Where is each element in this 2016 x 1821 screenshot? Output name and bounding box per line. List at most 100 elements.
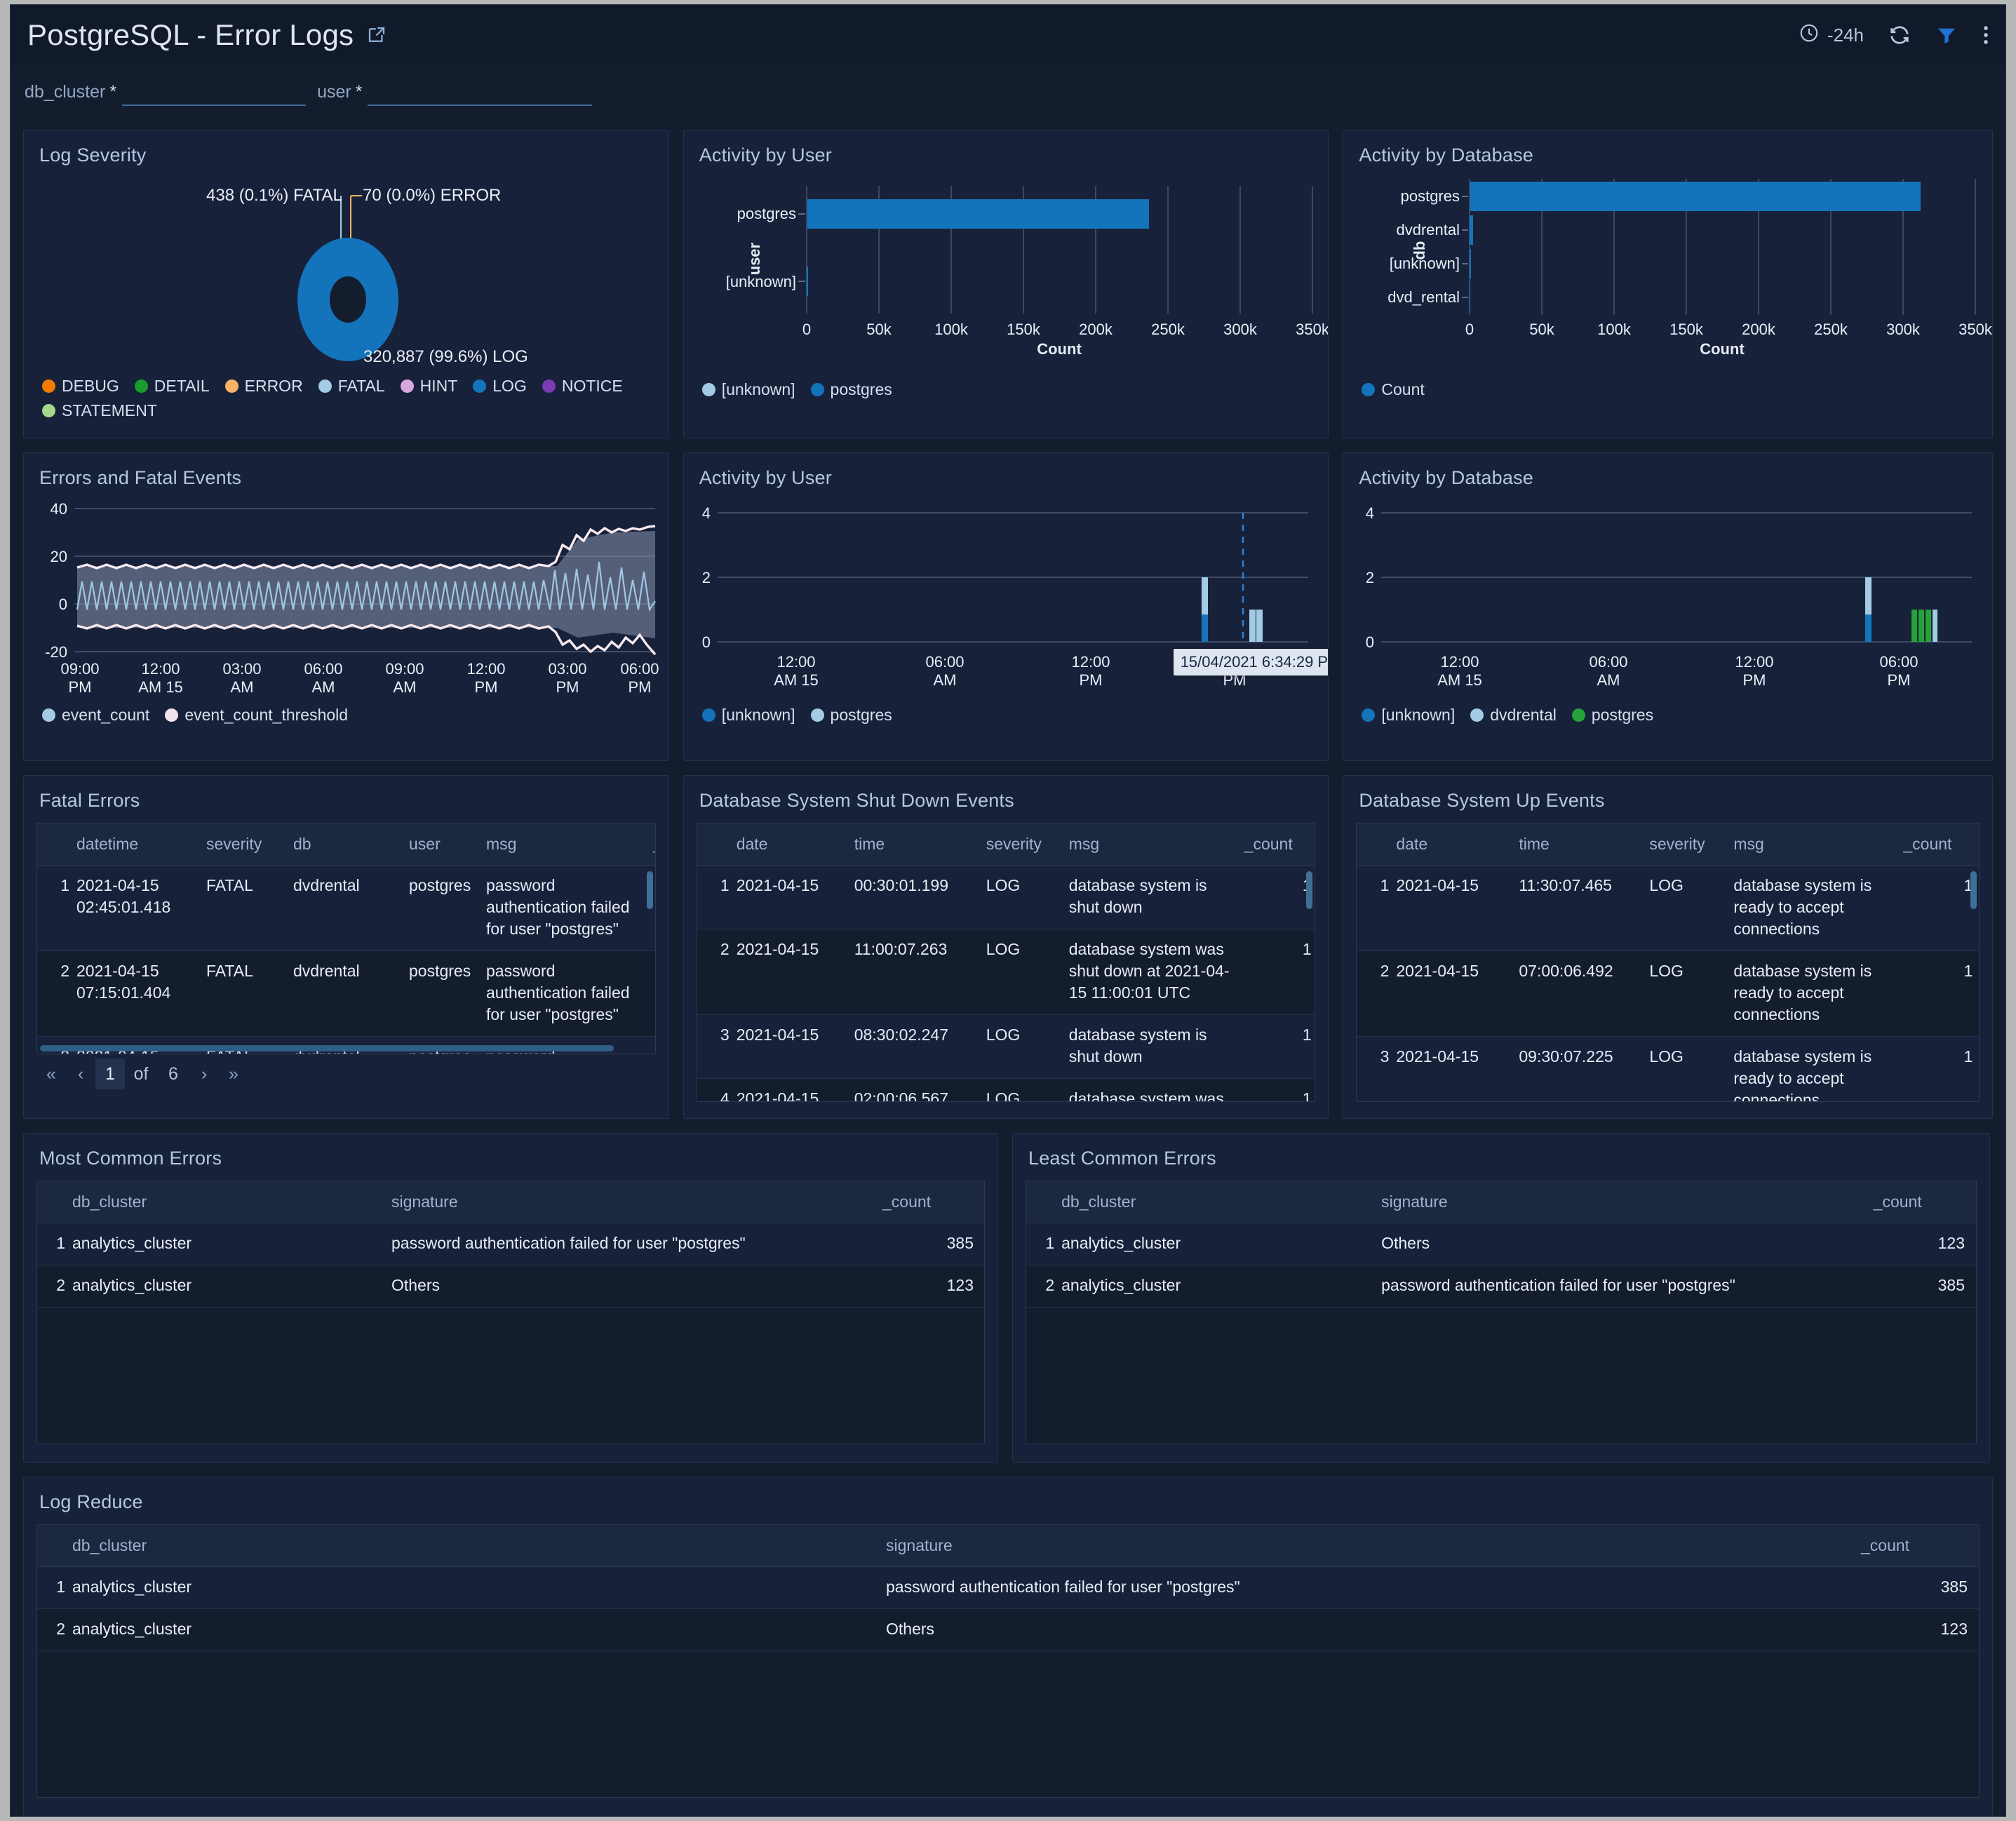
svg-text:350k: 350k: [1959, 321, 1993, 338]
th-msg[interactable]: msg: [1733, 824, 1903, 866]
table-row[interactable]: 1 analytics_cluster password authenticat…: [37, 1567, 1979, 1609]
user-input[interactable]: [368, 82, 592, 106]
th-datetime[interactable]: datetime: [76, 824, 206, 866]
table-row[interactable]: 1 2021-04-15 11:30:07.465 LOG database s…: [1357, 866, 1980, 951]
activity-db-bar-chart[interactable]: postgres dvdrental [unknown] dvd_rental …: [1343, 166, 1992, 373]
pagination-next-button[interactable]: ›: [189, 1059, 219, 1089]
horizontal-scrollbar[interactable]: [40, 1045, 614, 1051]
th-date[interactable]: date: [737, 824, 854, 866]
table-row[interactable]: 3 2021-04-15 09:30:07.225 LOG database s…: [1357, 1037, 1980, 1102]
legend-item[interactable]: LOG: [473, 377, 527, 396]
refresh-icon[interactable]: [1888, 23, 1911, 47]
cell-signature: Others: [886, 1609, 1861, 1651]
more-vertical-icon[interactable]: [1982, 23, 1990, 47]
th-severity[interactable]: severity: [1649, 824, 1733, 866]
table-row[interactable]: 3 2021-04-15 08:30:02.247 LOG database s…: [697, 1015, 1316, 1079]
legend-item[interactable]: ERROR: [225, 377, 303, 396]
th-count[interactable]: _count: [882, 1181, 985, 1223]
pagination-first-button[interactable]: «: [36, 1059, 66, 1089]
db-cluster-input[interactable]: [122, 82, 306, 106]
legend-dot-detail: [135, 379, 148, 393]
legend-item[interactable]: dvdrental: [1470, 706, 1557, 725]
legend-item[interactable]: DEBUG: [42, 377, 119, 396]
table-row[interactable]: 1 analytics_cluster password authenticat…: [37, 1223, 985, 1265]
legend-item[interactable]: postgres: [811, 380, 892, 399]
table-row[interactable]: 4 2021-04-15 02:00:06.567 LOG database s…: [697, 1079, 1316, 1102]
th-db-cluster[interactable]: db_cluster: [72, 1525, 886, 1567]
svg-text:40: 40: [51, 500, 67, 518]
table-row[interactable]: 2 analytics_cluster Others 123: [37, 1265, 985, 1308]
legend-item[interactable]: HINT: [401, 377, 458, 396]
funnel-icon[interactable]: [1935, 24, 1958, 46]
legend-item[interactable]: NOTICE: [542, 377, 623, 396]
th-msg[interactable]: msg: [486, 824, 653, 866]
table-row[interactable]: 1 2021-04-15 00:30:01.199 LOG database s…: [697, 866, 1316, 929]
legend-item[interactable]: event_count: [42, 706, 149, 725]
cell-count: 1: [1903, 1037, 1980, 1102]
svg-text:06:00: 06:00: [304, 660, 342, 678]
table-row[interactable]: 2 2021-04-15 11:00:07.263 LOG database s…: [697, 929, 1316, 1015]
th-date[interactable]: date: [1396, 824, 1519, 866]
table-row[interactable]: 2 2021-04-15 07:15:01.404 FATAL dvdrenta…: [37, 951, 656, 1037]
th-db-cluster[interactable]: db_cluster: [72, 1181, 391, 1223]
svg-text:12:00: 12:00: [466, 660, 505, 678]
svg-text:12:00: 12:00: [1071, 653, 1110, 671]
svg-text:03:00: 03:00: [222, 660, 261, 678]
th-signature[interactable]: signature: [886, 1525, 1861, 1567]
cell-signature: password authentication failed for user …: [391, 1223, 882, 1265]
legend-dot-error: [225, 379, 238, 393]
th-db[interactable]: db: [293, 824, 409, 866]
legend-item[interactable]: [unknown]: [1362, 706, 1455, 725]
pagination-prev-button[interactable]: ‹: [66, 1059, 95, 1089]
th-count[interactable]: _count: [1903, 824, 1980, 866]
panel-activity-by-user-bar: Activity by User: [683, 130, 1329, 438]
legend-item[interactable]: [unknown]: [702, 706, 795, 725]
th-count[interactable]: _co: [653, 824, 656, 866]
th-severity[interactable]: severity: [986, 824, 1069, 866]
table-row[interactable]: 1 2021-04-15 02:45:01.418 FATAL dvdrenta…: [37, 866, 656, 951]
errors-fatal-chart[interactable]: 40 20 0 -20 09:00 PM 12:: [24, 489, 668, 703]
activity-user-bar-chart[interactable]: postgres [unknown] user 0 50k 100k 150k …: [684, 166, 1329, 373]
svg-text:0: 0: [701, 633, 710, 651]
svg-text:AM 15: AM 15: [138, 678, 183, 696]
table-row[interactable]: 2 analytics_cluster password authenticat…: [1026, 1265, 1976, 1308]
table-row[interactable]: 2 2021-04-15 07:00:06.492 LOG database s…: [1357, 951, 1980, 1037]
th-msg[interactable]: msg: [1069, 824, 1244, 866]
legend-item[interactable]: postgres: [1572, 706, 1653, 725]
legend-item[interactable]: FATAL: [318, 377, 385, 396]
legend-dot-postgres: [811, 708, 824, 722]
table-header-row: db_cluster signature _count: [37, 1525, 1979, 1567]
vertical-scrollbar[interactable]: [647, 871, 653, 909]
th-count[interactable]: _count: [1861, 1525, 1979, 1567]
legend-item[interactable]: DETAIL: [135, 377, 210, 396]
vertical-scrollbar[interactable]: [1306, 871, 1312, 909]
share-icon[interactable]: [366, 25, 387, 46]
legend-item[interactable]: STATEMENT: [42, 401, 668, 420]
legend-item[interactable]: event_count_threshold: [165, 706, 348, 725]
activity-db-timeseries-chart[interactable]: 4 2 0 12:00 AM 15 06:00 AM 12:00: [1343, 489, 1992, 703]
table-row[interactable]: 1 analytics_cluster Others 123: [1026, 1223, 1976, 1265]
th-signature[interactable]: signature: [1381, 1181, 1874, 1223]
time-range-picker[interactable]: -24h: [1799, 22, 1864, 48]
th-db-cluster[interactable]: db_cluster: [1061, 1181, 1381, 1223]
th-time[interactable]: time: [854, 824, 986, 866]
table-row[interactable]: 2 analytics_cluster Others 123: [37, 1609, 1979, 1651]
cell-count: 1: [1244, 1015, 1316, 1079]
vertical-scrollbar[interactable]: [1970, 871, 1977, 909]
log-severity-donut[interactable]: 438 (0.1%) FATAL 70 (0.0%) ERROR 320,887…: [24, 166, 668, 370]
legend-item[interactable]: postgres: [811, 706, 892, 725]
th-user[interactable]: user: [409, 824, 486, 866]
legend-activity-user-bar: [unknown] postgres: [684, 373, 1329, 399]
th-count[interactable]: _count: [1874, 1181, 1976, 1223]
required-marker-db-cluster: *: [109, 82, 116, 102]
legend-item[interactable]: Count: [1362, 380, 1424, 399]
th-time[interactable]: time: [1519, 824, 1649, 866]
pagination-current-page[interactable]: 1: [95, 1059, 125, 1089]
activity-user-timeseries-chart[interactable]: 4 2 0 12:00 AM 15 06:00 AM: [684, 489, 1329, 703]
svg-text:AM: AM: [933, 671, 956, 689]
th-severity[interactable]: severity: [206, 824, 293, 866]
pagination-last-button[interactable]: »: [219, 1059, 248, 1089]
th-signature[interactable]: signature: [391, 1181, 882, 1223]
legend-item[interactable]: [unknown]: [702, 380, 795, 399]
th-count[interactable]: _count: [1244, 824, 1316, 866]
